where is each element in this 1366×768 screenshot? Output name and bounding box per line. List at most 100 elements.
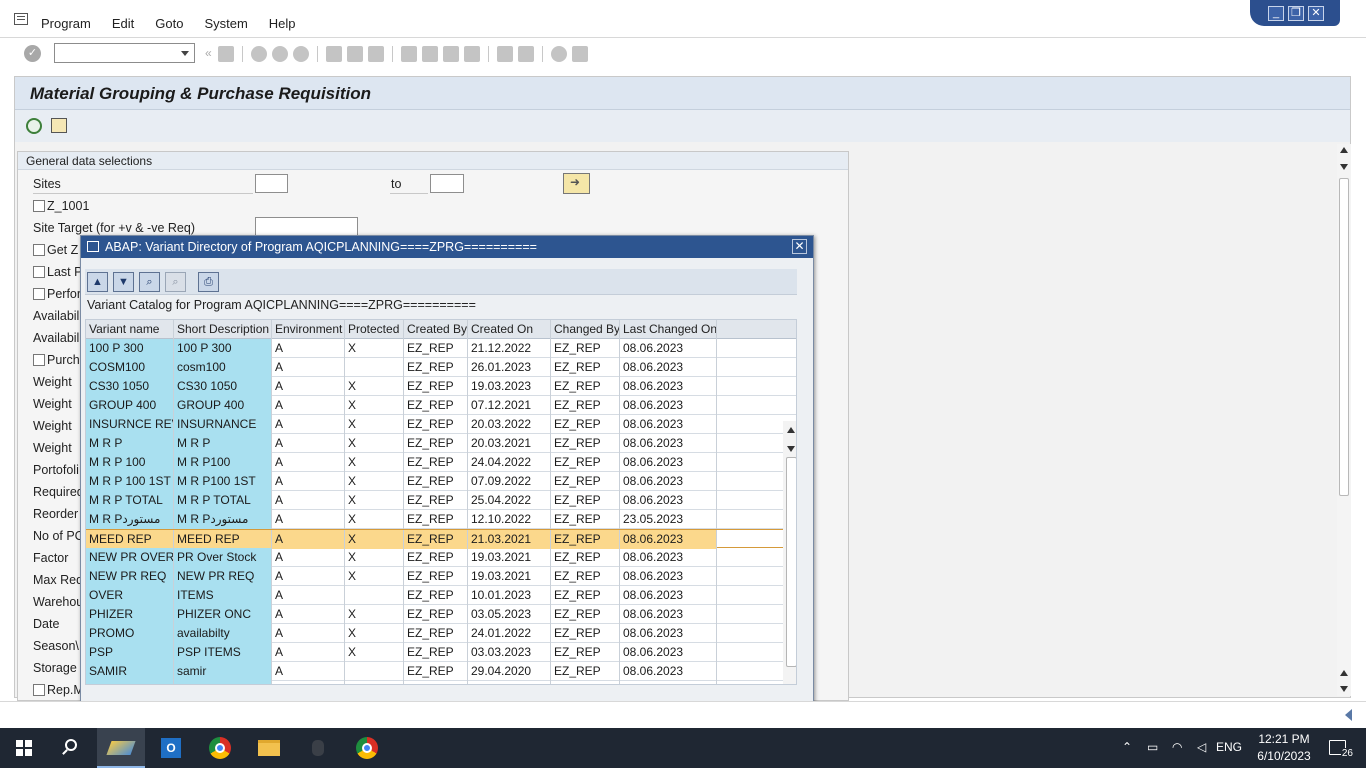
cell-short-description[interactable]: availabilty xyxy=(174,624,272,643)
cell-short-description[interactable]: DELEVRY xyxy=(174,681,272,684)
cell-short-description[interactable]: M R P TOTAL xyxy=(174,491,272,510)
cell-variant-name[interactable]: NEW PR REQ xyxy=(86,567,174,586)
next-page-icon[interactable] xyxy=(443,46,459,62)
cell-protected[interactable] xyxy=(345,586,404,605)
cell-created-by[interactable]: EZ_REP xyxy=(404,567,468,586)
scroll-thumb[interactable] xyxy=(786,457,796,667)
cell-created-by[interactable]: EZ_REP xyxy=(404,510,468,529)
cell-short-description[interactable]: 100 P 300 xyxy=(174,339,272,358)
taskbar-file-explorer[interactable] xyxy=(245,728,293,768)
table-row[interactable]: TAHWEL LATDELEVRYAXEZ_REP27.02.2021EZ_RE… xyxy=(86,681,796,684)
cell-changed-by[interactable]: EZ_REP xyxy=(551,548,620,567)
cell-variant-name[interactable]: M R P 100 xyxy=(86,453,174,472)
status-expand-icon[interactable] xyxy=(1345,709,1352,721)
cell-short-description[interactable]: PR Over Stock xyxy=(174,548,272,567)
cell-variant-name[interactable]: M R P xyxy=(86,434,174,453)
cell-created-on[interactable]: 20.03.2021 xyxy=(468,434,551,453)
cell-changed-by[interactable]: EZ_REP xyxy=(551,624,620,643)
cell-created-by[interactable]: EZ_REP xyxy=(404,662,468,681)
table-row[interactable]: M R P TOTAL M R P TOTAL A X EZ_REP 25.04.2022… xyxy=(86,491,796,510)
cell-changed-by[interactable]: EZ_REP xyxy=(551,434,620,453)
back-icon[interactable] xyxy=(251,46,267,62)
cell-changed-by[interactable]: EZ_REP xyxy=(551,491,620,510)
cell-variant-name[interactable]: PSP xyxy=(86,643,174,662)
cell-variant-name[interactable]: MEED REP xyxy=(86,530,174,549)
cell-changed-by[interactable]: EZ_REP xyxy=(551,605,620,624)
find-next-icon[interactable]: ⌕ xyxy=(165,272,186,292)
cell-protected[interactable]: X xyxy=(345,396,404,415)
cell-environment[interactable]: A xyxy=(272,358,345,377)
menu-goto[interactable]: Goto xyxy=(155,16,183,31)
table-row[interactable]: SAMIR samir A EZ_REP 29.04.2020 EZ_REP 08.06.2… xyxy=(86,662,796,681)
scroll-down-icon[interactable] xyxy=(1340,686,1348,692)
language-indicator[interactable]: ENG xyxy=(1216,740,1242,754)
cell-changed-by[interactable]: EZ_REP xyxy=(551,339,620,358)
cell-created-by[interactable]: EZ_REP xyxy=(404,415,468,434)
cell-last-changed-on[interactable]: 08.06.2023 xyxy=(620,377,717,396)
sites-from-input[interactable] xyxy=(255,174,288,193)
cell-environment[interactable]: A xyxy=(272,605,345,624)
cell-short-description[interactable]: MEED REP xyxy=(174,530,272,549)
cell-short-description[interactable]: ITEMS xyxy=(174,586,272,605)
sort-ascending-icon[interactable]: ▲ xyxy=(87,272,108,292)
cell-changed-by[interactable]: EZ_REP xyxy=(551,415,620,434)
cell-protected[interactable]: X xyxy=(345,681,404,684)
cell-changed-by[interactable]: EZ_REP xyxy=(551,643,620,662)
cell-environment[interactable]: A xyxy=(272,434,345,453)
cell-created-by[interactable]: EZ_REP xyxy=(404,358,468,377)
cell-short-description[interactable]: INSURNANCE xyxy=(174,415,272,434)
sites-to-input[interactable] xyxy=(430,174,464,193)
table-row[interactable]: OVER ITEMS A EZ_REP 10.01.2023 EZ_REP 08.06.20… xyxy=(86,586,796,605)
cell-protected[interactable]: X xyxy=(345,472,404,491)
menu-edit[interactable]: Edit xyxy=(112,16,134,31)
cell-variant-name[interactable]: TAHWEL LAT xyxy=(86,681,174,684)
cell-protected[interactable]: X xyxy=(345,624,404,643)
cell-created-by[interactable]: EZ_REP xyxy=(404,530,468,549)
scroll-up-icon[interactable] xyxy=(787,427,795,433)
menu-help[interactable]: Help xyxy=(269,16,296,31)
cell-created-by[interactable]: EZ_REP xyxy=(404,434,468,453)
cell-created-on[interactable]: 19.03.2021 xyxy=(468,567,551,586)
help-icon[interactable] xyxy=(551,46,567,62)
scroll-up-icon[interactable] xyxy=(1340,147,1348,153)
table-row[interactable]: MEED REP MEED REP A X EZ_REP 21.03.2021 EZ_REP… xyxy=(86,529,796,549)
cell-last-changed-on[interactable]: 08.06.2023 xyxy=(620,530,717,549)
cell-last-changed-on[interactable]: 08.06.2023 xyxy=(620,548,717,567)
cell-last-changed-on[interactable]: 08.06.2023 xyxy=(620,434,717,453)
cell-short-description[interactable]: M R P100 xyxy=(174,453,272,472)
scroll-up-icon[interactable] xyxy=(1340,670,1348,676)
cell-created-by[interactable]: EZ_REP xyxy=(404,548,468,567)
cell-created-on[interactable]: 29.04.2020 xyxy=(468,662,551,681)
cell-environment[interactable]: A xyxy=(272,339,345,358)
cell-protected[interactable] xyxy=(345,358,404,377)
cell-changed-by[interactable]: EZ_REP xyxy=(551,472,620,491)
back-arrow-icon[interactable]: « xyxy=(205,46,213,62)
cell-created-on[interactable]: 03.03.2023 xyxy=(468,643,551,662)
rep-checkbox[interactable] xyxy=(33,684,45,696)
column-header-created-on[interactable]: Created On xyxy=(468,320,551,339)
cell-short-description[interactable]: M R Pمستورد xyxy=(174,510,272,529)
create-session-icon[interactable] xyxy=(497,46,513,62)
table-row[interactable]: CS30 1050 CS30 1050 A X EZ_REP 19.03.2023 EZ_R… xyxy=(86,377,796,396)
cell-created-by[interactable]: EZ_REP xyxy=(404,605,468,624)
table-row[interactable]: COSM100 cosm100 A EZ_REP 26.01.2023 EZ_REP 08.… xyxy=(86,358,796,377)
cancel-icon[interactable] xyxy=(293,46,309,62)
cell-created-by[interactable]: EZ_REP xyxy=(404,377,468,396)
get-checkbox[interactable] xyxy=(33,244,45,256)
cell-variant-name[interactable]: INSURNCE REV xyxy=(86,415,174,434)
table-row[interactable]: PSP PSP ITEMS A X EZ_REP 03.03.2023 EZ_REP 08.0… xyxy=(86,643,796,662)
cell-last-changed-on[interactable]: 08.06.2023 xyxy=(620,339,717,358)
cell-variant-name[interactable]: M R Pمستورد xyxy=(86,510,174,529)
cell-created-by[interactable]: EZ_REP xyxy=(404,396,468,415)
column-header-short-description[interactable]: Short Description xyxy=(174,320,272,339)
cell-short-description[interactable]: NEW PR REQ xyxy=(174,567,272,586)
cell-environment[interactable]: A xyxy=(272,415,345,434)
cell-environment[interactable]: A xyxy=(272,624,345,643)
table-row[interactable]: NEW PR REQ NEW PR REQ A X EZ_REP 19.03.2021 EZ… xyxy=(86,567,796,586)
cell-last-changed-on[interactable]: 08.06.2023 xyxy=(620,415,717,434)
cell-environment[interactable]: A xyxy=(272,453,345,472)
cell-short-description[interactable]: PHIZER ONC xyxy=(174,605,272,624)
cell-last-changed-on[interactable]: 08.06.2023 xyxy=(620,472,717,491)
cell-created-by[interactable]: EZ_REP xyxy=(404,453,468,472)
cell-environment[interactable]: A xyxy=(272,586,345,605)
